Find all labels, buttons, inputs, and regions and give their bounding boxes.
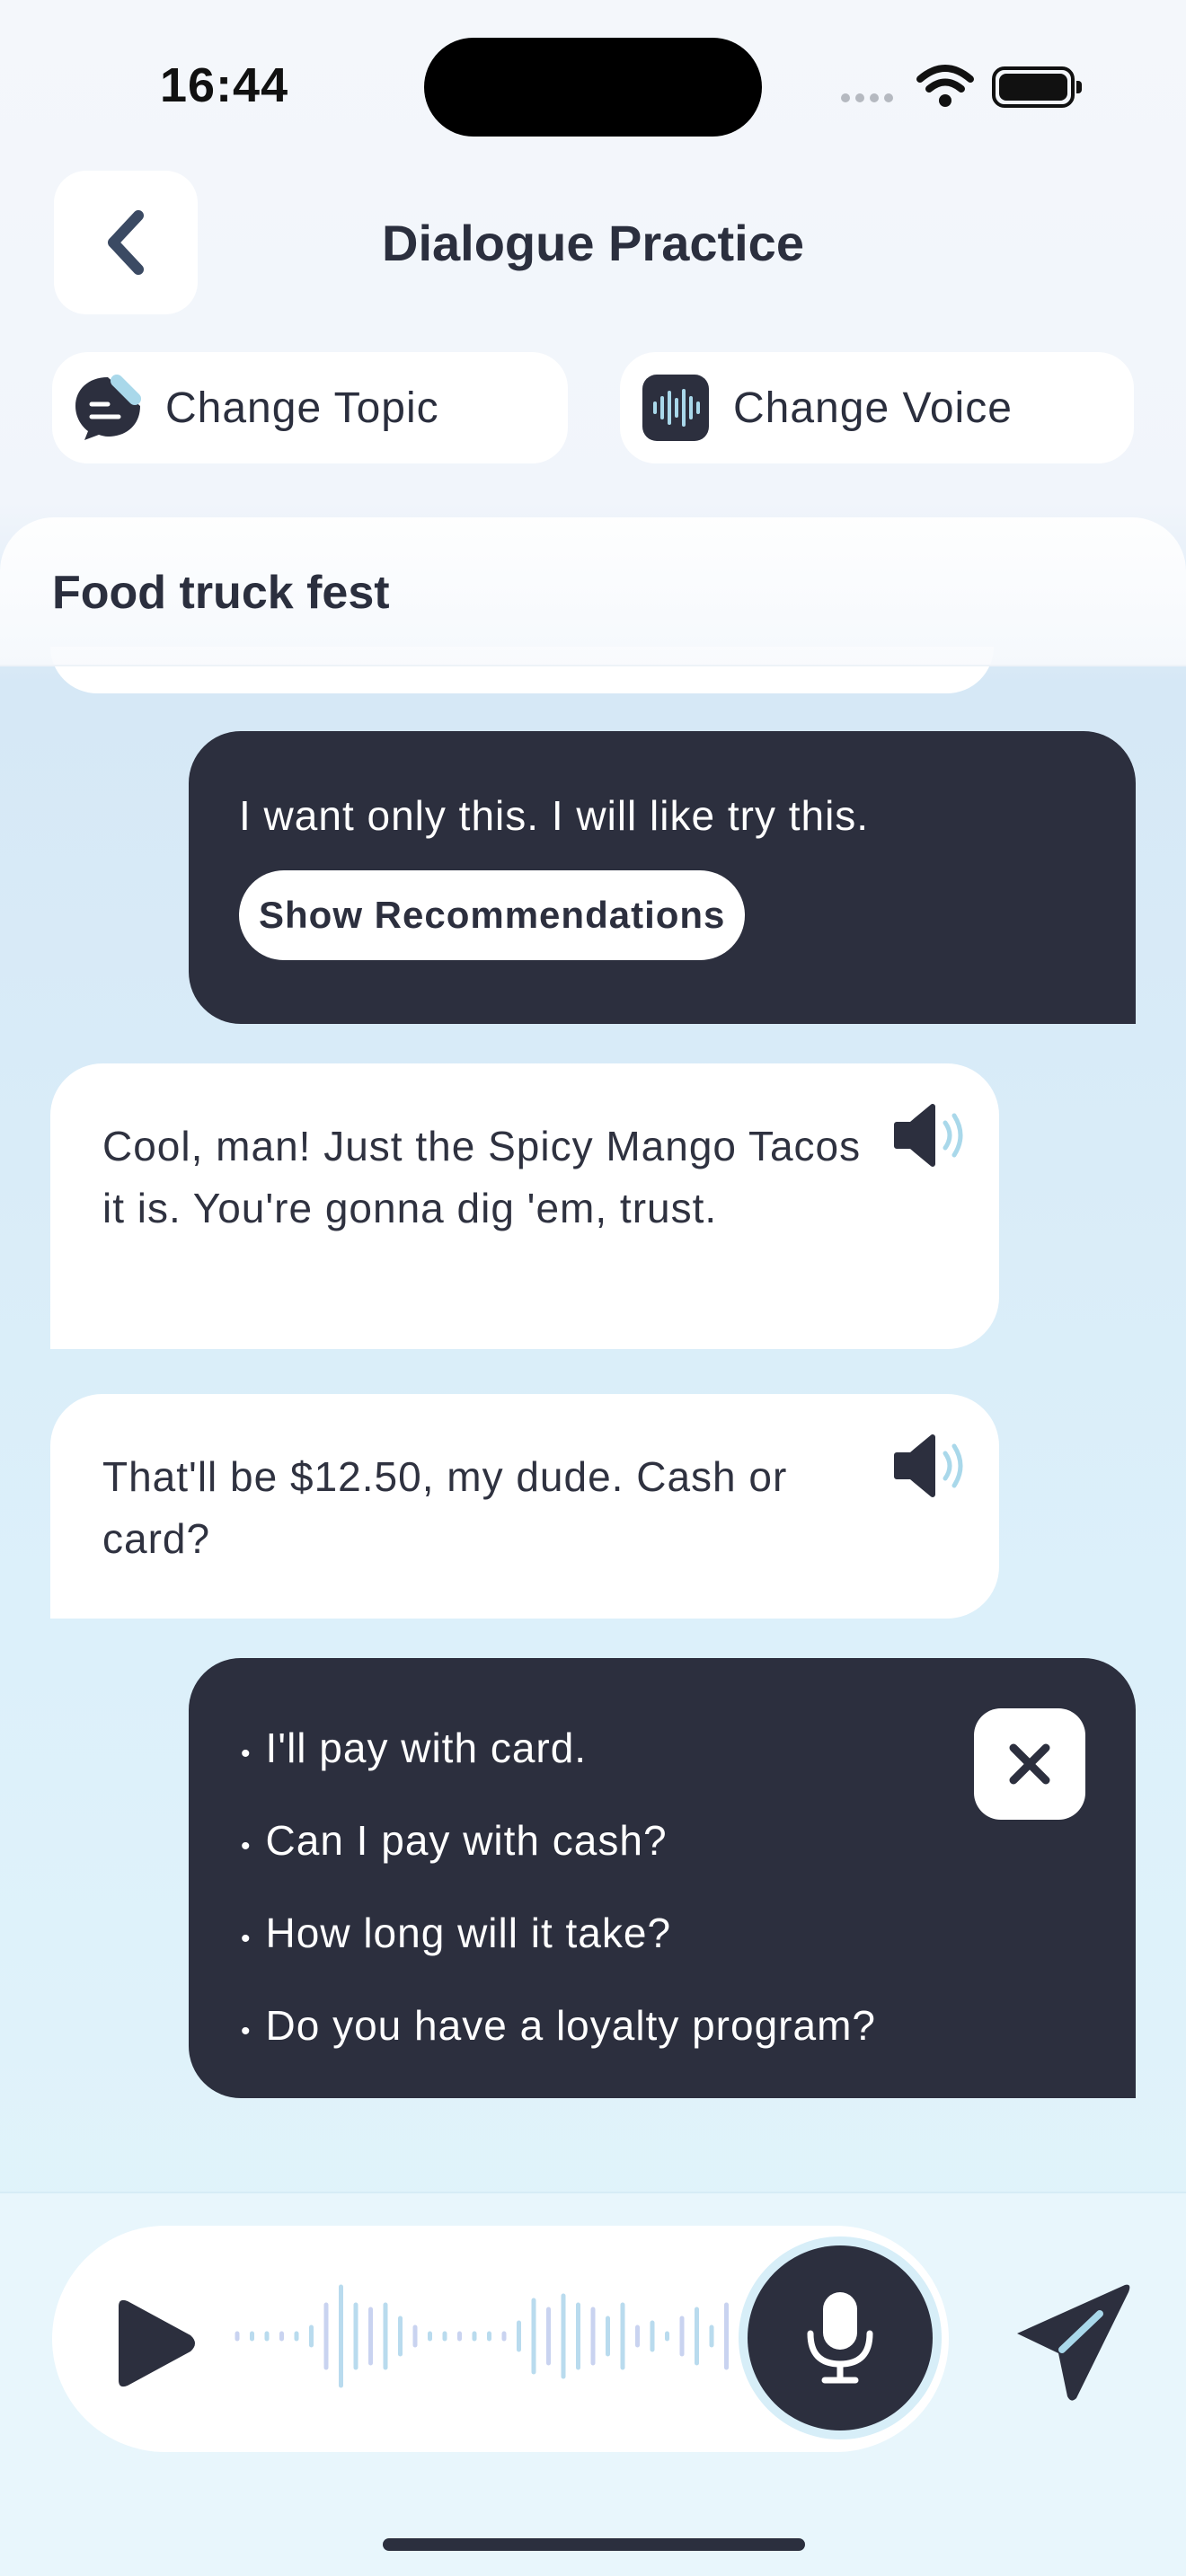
- message-text: Cool, man! Just the Spicy Mango Tacos it…: [102, 1123, 862, 1231]
- close-icon: [1009, 1743, 1050, 1785]
- chat-edit-icon: [72, 372, 144, 444]
- suggestion-item[interactable]: • Do you have a loyalty program?: [241, 1982, 1084, 2075]
- send-icon[interactable]: [1008, 2278, 1134, 2404]
- message-text: I want only this. I will like try this.: [239, 792, 870, 839]
- suggestion-text: I'll pay with card.: [265, 1725, 588, 1771]
- suggestion-item[interactable]: • How long will it take?: [241, 1890, 1084, 1982]
- cellular-signal-icon: [841, 93, 893, 102]
- message-text: That'll be $12.50, my dude. Cash or card…: [102, 1453, 788, 1562]
- assistant-message: That'll be $12.50, my dude. Cash or card…: [50, 1394, 999, 1619]
- show-recommendations-button[interactable]: Show Recommendations: [239, 870, 746, 960]
- suggestion-text: Can I pay with cash?: [265, 1817, 668, 1864]
- microphone-icon: [807, 2292, 873, 2384]
- voice-wave-icon: [640, 372, 712, 444]
- home-indicator: [383, 2538, 805, 2551]
- speaker-icon[interactable]: [891, 1099, 972, 1171]
- voice-composer: [52, 2226, 949, 2452]
- close-suggestions-button[interactable]: [974, 1708, 1085, 1820]
- dynamic-island: [424, 38, 762, 137]
- topic-title: Food truck fest: [52, 567, 390, 619]
- change-topic-label: Change Topic: [165, 384, 439, 432]
- suggestion-item[interactable]: • Can I pay with cash?: [241, 1797, 1084, 1890]
- speaker-icon[interactable]: [891, 1430, 972, 1502]
- wifi-icon: [916, 65, 974, 107]
- status-time: 16:44: [160, 58, 289, 112]
- suggestions-panel: • I'll pay with card. • Can I pay with cas…: [189, 1658, 1136, 2098]
- suggestion-item[interactable]: • I'll pay with card.: [241, 1705, 1084, 1797]
- change-topic-button[interactable]: Change Topic: [52, 352, 568, 463]
- change-voice-label: Change Voice: [733, 384, 1013, 432]
- assistant-message: Cool, man! Just the Spicy Mango Tacos it…: [50, 1063, 999, 1349]
- suggestion-text: Do you have a loyalty program?: [265, 2002, 876, 2049]
- waveform-icon: [235, 2284, 729, 2388]
- suggestion-text: How long will it take?: [265, 1910, 672, 1956]
- microphone-button[interactable]: [748, 2245, 933, 2430]
- play-icon[interactable]: [104, 2294, 203, 2393]
- user-message: I want only this. I will like try this. …: [189, 731, 1136, 1024]
- topic-header: Food truck fest: [0, 517, 1186, 666]
- change-voice-button[interactable]: Change Voice: [620, 352, 1134, 463]
- page-title: Dialogue Practice: [382, 215, 804, 271]
- navigation-bar: Dialogue Practice: [0, 171, 1186, 314]
- battery-icon: [992, 66, 1082, 108]
- status-bar: 16:44: [0, 0, 1186, 171]
